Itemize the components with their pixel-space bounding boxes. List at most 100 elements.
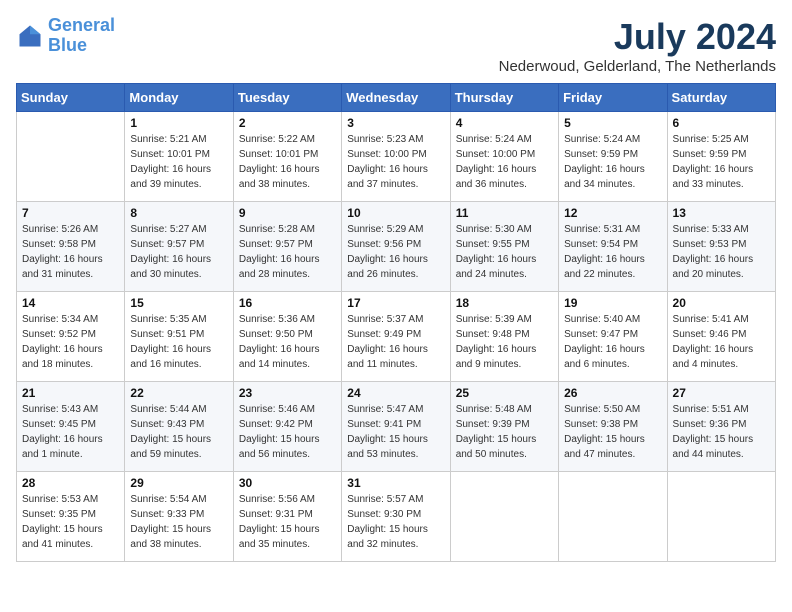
calendar-day-header: Sunday [17, 84, 125, 112]
day-number: 23 [239, 386, 336, 400]
day-info: Sunrise: 5:47 AMSunset: 9:41 PMDaylight:… [347, 402, 444, 462]
day-info: Sunrise: 5:25 AMSunset: 9:59 PMDaylight:… [673, 132, 770, 192]
day-info: Sunrise: 5:46 AMSunset: 9:42 PMDaylight:… [239, 402, 336, 462]
day-number: 31 [347, 476, 444, 490]
day-info: Sunrise: 5:54 AMSunset: 9:33 PMDaylight:… [130, 492, 227, 552]
calendar-day-cell: 16Sunrise: 5:36 AMSunset: 9:50 PMDayligh… [233, 292, 341, 382]
calendar-day-cell [450, 472, 558, 562]
day-info: Sunrise: 5:23 AMSunset: 10:00 PMDaylight… [347, 132, 444, 192]
day-number: 14 [22, 296, 119, 310]
day-number: 17 [347, 296, 444, 310]
calendar-day-cell: 15 Sunrise: 5:35 AMSunset: 9:51 PMDayligh… [125, 292, 233, 382]
day-info: Sunrise: 5:29 AMSunset: 9:56 PMDaylight:… [347, 222, 444, 282]
day-number: 28 [22, 476, 119, 490]
day-number: 6 [673, 116, 770, 130]
calendar-day-cell: 25 Sunrise: 5:48 AMSunset: 9:39 PMDayligh… [450, 382, 558, 472]
calendar-day-cell: 9Sunrise: 5:28 AMSunset: 9:57 PMDaylight… [233, 202, 341, 292]
day-number: 30 [239, 476, 336, 490]
day-number: 4 [456, 116, 553, 130]
calendar-day-cell: 21 Sunrise: 5:43 AMSunset: 9:45 PMDayligh… [17, 382, 125, 472]
day-number: 18 [456, 296, 553, 310]
calendar-day-header: Tuesday [233, 84, 341, 112]
day-number: 22 [130, 386, 227, 400]
day-number: 15 [130, 296, 227, 310]
day-info: Sunrise: 5:33 AMSunset: 9:53 PMDaylight:… [673, 222, 770, 282]
day-info: Sunrise: 5:56 AMSunset: 9:31 PMDaylight:… [239, 492, 336, 552]
calendar-day-cell: 19 Sunrise: 5:40 AMSunset: 9:47 PMDayligh… [559, 292, 667, 382]
calendar-day-cell [559, 472, 667, 562]
day-number: 8 [130, 206, 227, 220]
day-number: 24 [347, 386, 444, 400]
calendar-day-cell [667, 472, 775, 562]
calendar-day-cell: 22 Sunrise: 5:44 AMSunset: 9:43 PMDayligh… [125, 382, 233, 472]
location-subtitle: Nederwoud, Gelderland, The Netherlands [499, 58, 776, 75]
day-info: Sunrise: 5:35 AMSunset: 9:51 PMDaylight:… [130, 312, 227, 372]
day-number: 3 [347, 116, 444, 130]
day-info: Sunrise: 5:40 AMSunset: 9:47 PMDaylight:… [564, 312, 661, 372]
calendar-day-cell: 6 Sunrise: 5:25 AMSunset: 9:59 PMDaylight… [667, 112, 775, 202]
day-info: Sunrise: 5:31 AMSunset: 9:54 PMDaylight:… [564, 222, 661, 282]
calendar-day-cell: 8 Sunrise: 5:27 AMSunset: 9:57 PMDaylight… [125, 202, 233, 292]
day-number: 11 [456, 206, 553, 220]
day-number: 25 [456, 386, 553, 400]
calendar-day-cell [17, 112, 125, 202]
day-info: Sunrise: 5:53 AMSunset: 9:35 PMDaylight:… [22, 492, 119, 552]
calendar-day-header: Friday [559, 84, 667, 112]
title-block: July 2024 Nederwoud, Gelderland, The Net… [499, 16, 776, 75]
calendar-day-cell: 5 Sunrise: 5:24 AMSunset: 9:59 PMDaylight… [559, 112, 667, 202]
day-info: Sunrise: 5:28 AMSunset: 9:57 PMDaylight:… [239, 222, 336, 282]
day-info: Sunrise: 5:51 AMSunset: 9:36 PMDaylight:… [673, 402, 770, 462]
day-info: Sunrise: 5:57 AMSunset: 9:30 PMDaylight:… [347, 492, 444, 552]
calendar-week-row: 21 Sunrise: 5:43 AMSunset: 9:45 PMDayligh… [17, 382, 776, 472]
day-number: 29 [130, 476, 227, 490]
day-info: Sunrise: 5:34 AMSunset: 9:52 PMDaylight:… [22, 312, 119, 372]
logo-text: GeneralBlue [48, 16, 115, 56]
calendar-week-row: 7 Sunrise: 5:26 AMSunset: 9:58 PMDaylight… [17, 202, 776, 292]
calendar-day-cell: 27Sunrise: 5:51 AMSunset: 9:36 PMDayligh… [667, 382, 775, 472]
calendar-day-cell: 14 Sunrise: 5:34 AMSunset: 9:52 PMDayligh… [17, 292, 125, 382]
calendar-week-row: 28 Sunrise: 5:53 AMSunset: 9:35 PMDayligh… [17, 472, 776, 562]
calendar-table: SundayMondayTuesdayWednesdayThursdayFrid… [16, 83, 776, 562]
calendar-header-row: SundayMondayTuesdayWednesdayThursdayFrid… [17, 84, 776, 112]
calendar-day-header: Monday [125, 84, 233, 112]
day-number: 10 [347, 206, 444, 220]
day-info: Sunrise: 5:30 AMSunset: 9:55 PMDaylight:… [456, 222, 553, 282]
calendar-day-cell: 3 Sunrise: 5:23 AMSunset: 10:00 PMDayligh… [342, 112, 450, 202]
day-info: Sunrise: 5:48 AMSunset: 9:39 PMDaylight:… [456, 402, 553, 462]
calendar-week-row: 1Sunrise: 5:21 AMSunset: 10:01 PMDayligh… [17, 112, 776, 202]
calendar-day-cell: 11 Sunrise: 5:30 AMSunset: 9:55 PMDayligh… [450, 202, 558, 292]
calendar-day-cell: 28 Sunrise: 5:53 AMSunset: 9:35 PMDayligh… [17, 472, 125, 562]
calendar-day-cell: 17 Sunrise: 5:37 AMSunset: 9:49 PMDayligh… [342, 292, 450, 382]
day-number: 19 [564, 296, 661, 310]
day-info: Sunrise: 5:27 AMSunset: 9:57 PMDaylight:… [130, 222, 227, 282]
calendar-day-cell: 18Sunrise: 5:39 AMSunset: 9:48 PMDayligh… [450, 292, 558, 382]
day-number: 16 [239, 296, 336, 310]
calendar-day-cell: 7 Sunrise: 5:26 AMSunset: 9:58 PMDaylight… [17, 202, 125, 292]
day-number: 7 [22, 206, 119, 220]
day-number: 1 [130, 116, 227, 130]
day-number: 21 [22, 386, 119, 400]
day-info: Sunrise: 5:43 AMSunset: 9:45 PMDaylight:… [22, 402, 119, 462]
day-number: 5 [564, 116, 661, 130]
calendar-week-row: 14 Sunrise: 5:34 AMSunset: 9:52 PMDayligh… [17, 292, 776, 382]
page-header: GeneralBlue July 2024 Nederwoud, Gelderl… [16, 16, 776, 75]
day-number: 20 [673, 296, 770, 310]
day-info: Sunrise: 5:22 AMSunset: 10:01 PMDaylight… [239, 132, 336, 192]
logo-icon [16, 22, 44, 50]
logo: GeneralBlue [16, 16, 115, 56]
calendar-day-cell: 2Sunrise: 5:22 AMSunset: 10:01 PMDayligh… [233, 112, 341, 202]
calendar-day-cell: 23 Sunrise: 5:46 AMSunset: 9:42 PMDayligh… [233, 382, 341, 472]
day-info: Sunrise: 5:41 AMSunset: 9:46 PMDaylight:… [673, 312, 770, 372]
calendar-day-cell: 20 Sunrise: 5:41 AMSunset: 9:46 PMDayligh… [667, 292, 775, 382]
day-info: Sunrise: 5:24 AMSunset: 9:59 PMDaylight:… [564, 132, 661, 192]
day-number: 13 [673, 206, 770, 220]
calendar-day-cell: 10 Sunrise: 5:29 AMSunset: 9:56 PMDayligh… [342, 202, 450, 292]
calendar-day-cell: 30 Sunrise: 5:56 AMSunset: 9:31 PMDayligh… [233, 472, 341, 562]
day-info: Sunrise: 5:26 AMSunset: 9:58 PMDaylight:… [22, 222, 119, 282]
calendar-day-cell: 26Sunrise: 5:50 AMSunset: 9:38 PMDayligh… [559, 382, 667, 472]
calendar-day-cell: 29 Sunrise: 5:54 AMSunset: 9:33 PMDayligh… [125, 472, 233, 562]
calendar-day-cell: 4Sunrise: 5:24 AMSunset: 10:00 PMDayligh… [450, 112, 558, 202]
day-info: Sunrise: 5:37 AMSunset: 9:49 PMDaylight:… [347, 312, 444, 372]
calendar-day-header: Wednesday [342, 84, 450, 112]
day-info: Sunrise: 5:44 AMSunset: 9:43 PMDaylight:… [130, 402, 227, 462]
